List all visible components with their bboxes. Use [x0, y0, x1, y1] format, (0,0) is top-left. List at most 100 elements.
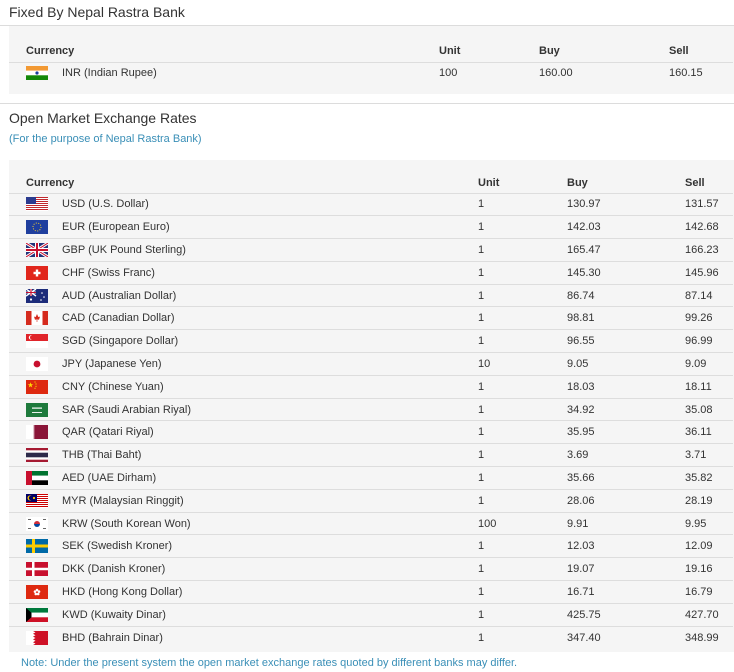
- table-row: SGD (Singapore Dollar) 1 96.55 96.99: [9, 329, 733, 353]
- au-flag-icon: [26, 288, 48, 303]
- currency-name: INR (Indian Rupee): [62, 67, 157, 80]
- table-row: SAR (Saudi Arabian Riyal) 1 34.92 35.08: [9, 397, 733, 421]
- unit-cell: 1: [478, 625, 567, 649]
- se-flag-icon: [26, 539, 48, 554]
- col-header-sell: Sell: [685, 176, 705, 189]
- unit-cell: 1: [478, 488, 567, 513]
- col-header-currency: Currency: [26, 176, 75, 189]
- eu-flag-icon: [26, 220, 48, 235]
- buy-cell: 35.95: [567, 420, 685, 444]
- table-row: GBP (UK Pound Sterling) 1 165.47 166.23: [9, 238, 733, 262]
- table-row: THB (Thai Baht) 1 3.69 3.71: [9, 443, 733, 467]
- currency-cell: USD (U.S. Dollar): [9, 192, 478, 216]
- currency-name: MYR (Malaysian Ringgit): [62, 494, 184, 507]
- currency-name: AED (UAE Dirham): [62, 471, 157, 484]
- buy-cell: 98.81: [567, 306, 685, 330]
- currency-cell: GBP (UK Pound Sterling): [9, 238, 478, 262]
- currency-cell: DKK (Danish Kroner): [9, 557, 478, 581]
- section-divider: [0, 103, 734, 104]
- unit-cell: 1: [478, 557, 567, 581]
- table-row: KRW (South Korean Won) 100 9.91 9.95: [9, 511, 733, 535]
- table-row: INR (Indian Rupee) 100 160.00 160.15: [9, 61, 733, 84]
- table-row: AUD (Australian Dollar) 1 86.74 87.14: [9, 283, 733, 307]
- buy-cell: 142.03: [567, 215, 685, 239]
- currency-name: SAR (Saudi Arabian Riyal): [62, 403, 192, 416]
- open-market-table: Currency Unit Buy Sell USD (U.S. Dollar)…: [9, 160, 734, 652]
- buy-cell: 3.69: [567, 443, 685, 467]
- unit-cell: 1: [478, 329, 567, 353]
- buy-cell: 9.05: [567, 352, 685, 376]
- sell-cell: 96.99: [685, 329, 733, 353]
- qa-flag-icon: [26, 425, 48, 440]
- unit-cell: 1: [478, 602, 567, 627]
- buy-cell: 12.03: [567, 534, 685, 558]
- unit-cell: 1: [478, 420, 567, 444]
- table-row: MYR (Malaysian Ringgit) 1 28.06 28.19: [9, 488, 733, 513]
- col-header-unit: Unit: [478, 176, 500, 189]
- my-flag-icon: [26, 493, 48, 508]
- currency-cell: SAR (Saudi Arabian Riyal): [9, 397, 478, 421]
- us-flag-icon: [26, 197, 48, 212]
- table-row: CNY (Chinese Yuan) 1 18.03 18.11: [9, 374, 733, 399]
- currency-name: EUR (European Euro): [62, 221, 170, 234]
- currency-name: QAR (Qatari Riyal): [62, 426, 154, 439]
- unit-cell: 1: [478, 443, 567, 467]
- sell-cell: 99.26: [685, 306, 733, 330]
- buy-cell: 347.40: [567, 625, 685, 649]
- currency-cell: AUD (Australian Dollar): [9, 283, 478, 307]
- in-flag-icon: [26, 66, 48, 81]
- currency-name: THB (Thai Baht): [62, 449, 142, 462]
- jp-flag-icon: [26, 356, 48, 371]
- buy-cell: 9.91: [567, 511, 685, 535]
- ch-flag-icon: [26, 265, 48, 280]
- currency-cell: AED (UAE Dirham): [9, 466, 478, 490]
- currency-cell: EUR (European Euro): [9, 215, 478, 239]
- sell-cell: 3.71: [685, 443, 733, 467]
- currency-name: JPY (Japanese Yen): [62, 357, 162, 370]
- hk-flag-icon: [26, 584, 48, 599]
- currency-cell: KRW (South Korean Won): [9, 511, 478, 535]
- table-row: CHF (Swiss Franc) 1 145.30 145.96: [9, 260, 733, 285]
- fixed-rates-table: Currency Unit Buy Sell INR (Indian Rupee…: [9, 26, 734, 94]
- sell-cell: 35.82: [685, 466, 733, 490]
- sg-flag-icon: [26, 334, 48, 349]
- buy-cell: 165.47: [567, 238, 685, 262]
- currency-cell: JPY (Japanese Yen): [9, 352, 478, 376]
- table-row: BHD (Bahrain Dinar) 1 347.40 348.99: [9, 625, 733, 649]
- currency-name: BHD (Bahrain Dinar): [62, 631, 163, 644]
- kw-flag-icon: [26, 607, 48, 622]
- currency-name: CHF (Swiss Franc): [62, 266, 155, 279]
- currency-name: KWD (Kuwaity Dinar): [62, 608, 166, 621]
- open-market-subtitle: (For the purpose of Nepal Rastra Bank): [9, 133, 202, 145]
- currency-name: GBP (UK Pound Sterling): [62, 243, 186, 256]
- kr-flag-icon: [26, 516, 48, 531]
- sell-cell: 35.08: [685, 397, 733, 421]
- buy-cell: 34.92: [567, 397, 685, 421]
- unit-cell: 10: [478, 352, 567, 376]
- disclaimer-note: Note: Under the present system the open …: [21, 657, 518, 669]
- unit-cell: 1: [478, 580, 567, 604]
- table-row: KWD (Kuwaity Dinar) 1 425.75 427.70: [9, 602, 733, 627]
- sell-cell: 19.16: [685, 557, 733, 581]
- buy-cell: 96.55: [567, 329, 685, 353]
- currency-cell: INR (Indian Rupee): [9, 61, 439, 84]
- sell-cell: 12.09: [685, 534, 733, 558]
- sell-cell: 18.11: [685, 374, 733, 399]
- currency-cell: KWD (Kuwaity Dinar): [9, 602, 478, 627]
- buy-cell: 16.71: [567, 580, 685, 604]
- ae-flag-icon: [26, 470, 48, 485]
- sell-cell: 36.11: [685, 420, 733, 444]
- sell-cell: 145.96: [685, 260, 733, 285]
- unit-cell: 100: [439, 61, 539, 84]
- col-header-currency: Currency: [26, 44, 75, 57]
- currency-name: AUD (Australian Dollar): [62, 289, 177, 302]
- sell-cell: 16.79: [685, 580, 733, 604]
- buy-cell: 145.30: [567, 260, 685, 285]
- table-row: USD (U.S. Dollar) 1 130.97 131.57: [9, 192, 733, 216]
- gb-flag-icon: [26, 242, 48, 257]
- currency-cell: HKD (Hong Kong Dollar): [9, 580, 478, 604]
- col-header-buy: Buy: [567, 176, 588, 189]
- fixed-section-title: Fixed By Nepal Rastra Bank: [9, 4, 185, 20]
- currency-name: KRW (South Korean Won): [62, 517, 191, 530]
- unit-cell: 1: [478, 260, 567, 285]
